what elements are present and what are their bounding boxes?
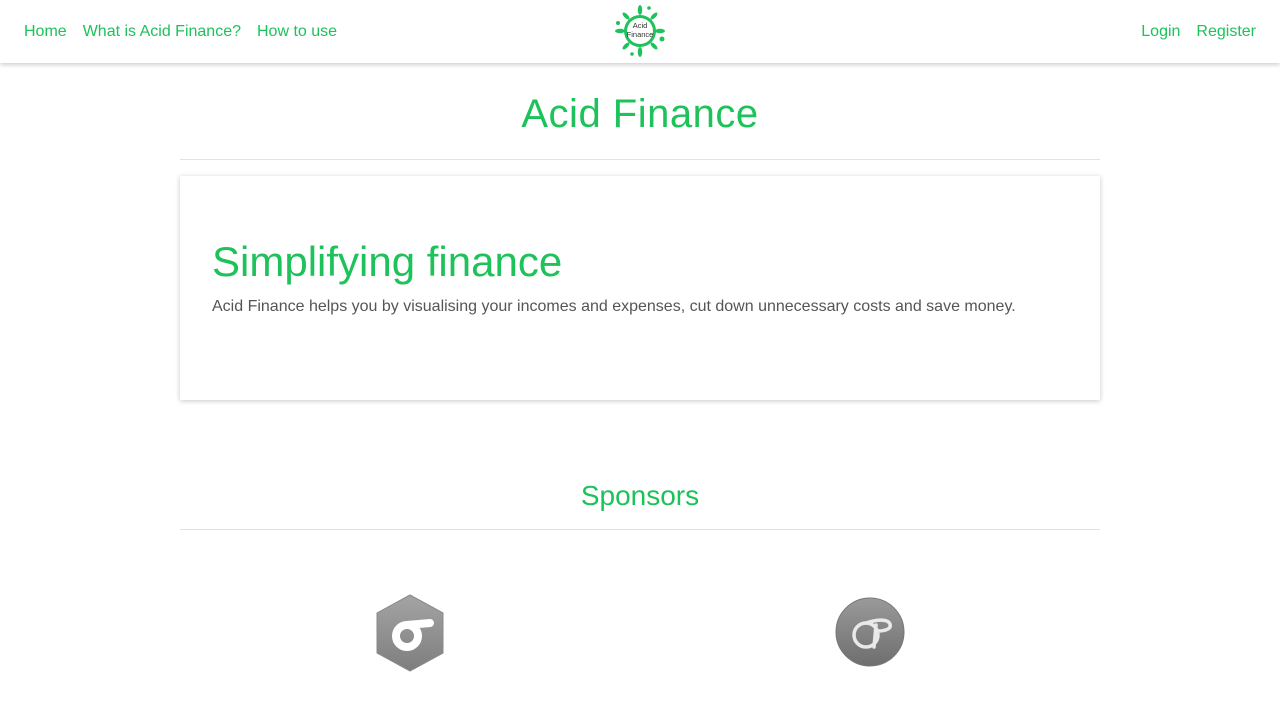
logo-line1: Acid [633, 21, 648, 30]
brand-logo[interactable]: Acid Finance [614, 5, 666, 57]
hero-title: Simplifying finance [212, 238, 563, 285]
nav-how-to-use-link[interactable]: How to use [257, 23, 337, 41]
sponsor-logo-1[interactable] [370, 593, 450, 673]
nav-home-link[interactable]: Home [24, 23, 67, 41]
nav-right-group: Login Register [1141, 0, 1256, 63]
sponsors-divider [180, 529, 1100, 530]
top-navbar: Home What is Acid Finance? How to use Ac… [0, 0, 1280, 63]
splash-logo-icon: Acid Finance [615, 5, 665, 57]
register-link[interactable]: Register [1196, 23, 1256, 41]
hero-description: Acid Finance helps you by visualising yo… [212, 298, 1016, 315]
hero-card: Simplifying finance Acid Finance helps y… [180, 176, 1100, 400]
nav-left-group: Home What is Acid Finance? How to use [24, 0, 337, 63]
logo-line2: Finance [627, 30, 654, 39]
sponsor-logo-2[interactable] [830, 592, 910, 672]
sigma-circle-logo-icon [835, 597, 905, 667]
sponsors-title: Sponsors [580, 480, 700, 511]
login-link[interactable]: Login [1141, 23, 1180, 41]
page-title: Acid Finance [521, 92, 759, 136]
nav-what-is-link[interactable]: What is Acid Finance? [83, 23, 241, 41]
sigma-hexagon-logo-icon [376, 594, 444, 672]
title-divider [180, 159, 1100, 160]
